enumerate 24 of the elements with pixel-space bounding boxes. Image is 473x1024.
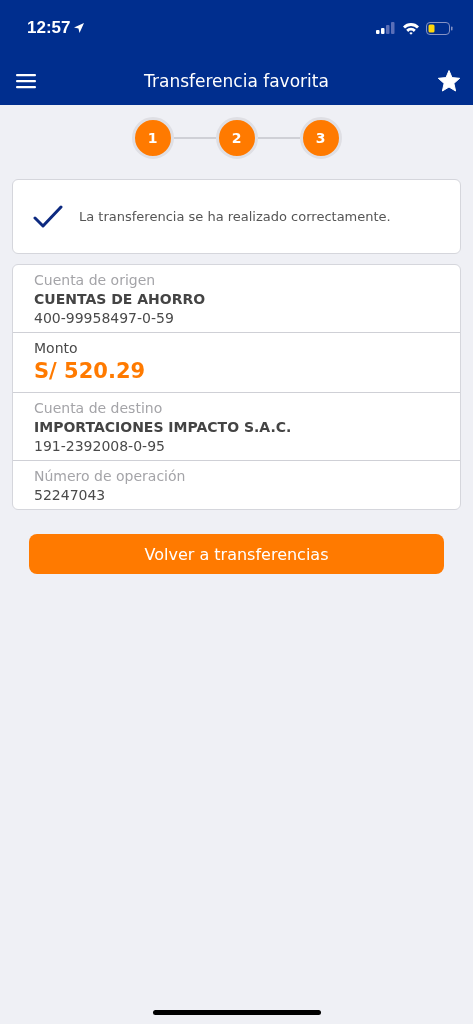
wifi-icon [402,21,420,35]
field-value: CUENTAS DE AHORRO [34,291,207,307]
field-value: 191-2392008-0-95 [34,438,166,454]
field-value: 52247043 [34,487,107,503]
field-value: 400-99958497-0-59 [34,310,175,326]
step-indicator: 3 [299,117,342,159]
screen-title: Transferencia favorita [144,70,329,91]
location-arrow-icon [73,22,86,34]
field-label: Cuenta de destino [34,400,164,416]
status-time: 12:57 [27,18,71,38]
step-indicator: 2 [215,117,258,159]
field-value: S/ 520.29 [34,359,147,385]
star-icon[interactable] [437,68,461,93]
field-label: Número de operación [34,468,187,484]
back-button[interactable]: Volver a transferencias [29,534,444,574]
signal-icon [376,22,396,34]
field-label: Cuenta de origen [34,272,157,288]
success-message: La transferencia se ha realizado correctamente. [79,209,391,224]
field-label: Monto [34,340,79,356]
checkmark-icon [33,204,63,229]
step-indicator: 1 [131,117,174,159]
battery-icon [426,21,453,35]
field-value: IMPORTACIONES IMPACTO S.A.C. [34,419,293,435]
menu-icon[interactable] [16,72,36,89]
